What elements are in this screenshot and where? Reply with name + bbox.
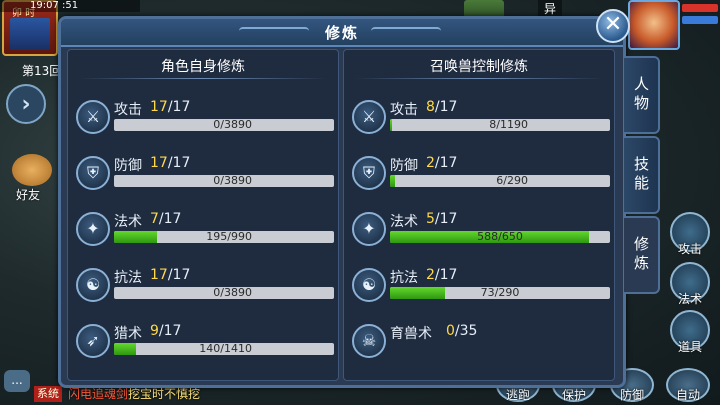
spell-icon: ✦ xyxy=(76,212,110,246)
character-cultivation-header: 角色自身修炼 xyxy=(161,59,245,75)
skill-row[interactable]: ⚔ 攻击 8/17 8/1190 xyxy=(344,96,614,146)
skill-name: 法术 xyxy=(114,214,142,230)
beast-icon: ☠ xyxy=(352,324,386,358)
skill-name: 攻击 xyxy=(114,102,142,118)
skill-name: 育兽术 xyxy=(390,326,432,342)
experience-text: 0/3890 xyxy=(213,287,252,299)
chat-icon[interactable]: ... xyxy=(4,370,30,392)
item-command-label: 道具 xyxy=(678,340,703,354)
skill-row[interactable]: ⛨ 防御 17/17 0/3890 xyxy=(68,152,338,202)
chevron-right-icon: › xyxy=(21,91,31,117)
attack-icon: ⚔ xyxy=(76,100,110,134)
skill-row[interactable]: ☯ 抗法 17/17 0/3890 xyxy=(68,264,338,314)
skill-row[interactable]: ✦ 法术 7/17 195/990 xyxy=(68,208,338,258)
hp-bar xyxy=(682,4,718,12)
skill-name: 攻击 xyxy=(390,102,418,118)
auto-battle-label: 自动 xyxy=(676,388,701,402)
round-counter: 第13回 xyxy=(22,64,62,78)
skill-name: 法术 xyxy=(390,214,418,230)
experience-text: 8/1190 xyxy=(489,119,528,131)
header-divider xyxy=(78,78,328,79)
skill-row[interactable]: ➶ 猎术 9/17 140/1410 xyxy=(68,320,338,370)
skill-name: 抗法 xyxy=(390,270,418,286)
close-button[interactable]: ✕ xyxy=(596,9,630,43)
experience-bar: 6/290 xyxy=(390,175,610,187)
tab-character[interactable]: 人物 xyxy=(624,56,660,134)
experience-text: 195/990 xyxy=(206,231,252,243)
header-divider xyxy=(354,78,604,79)
top-right-status: 异 xyxy=(538,0,563,17)
experience-bar: 0/3890 xyxy=(114,175,334,187)
player-avatar[interactable] xyxy=(628,0,680,50)
experience-bar: 73/290 xyxy=(390,287,610,299)
skill-level: 5/17 xyxy=(426,211,458,227)
tab-cultivation[interactable]: 修炼 xyxy=(624,216,660,294)
skill-name: 猎术 xyxy=(114,326,142,342)
skill-level: 8/17 xyxy=(426,99,458,115)
experience-text: 140/1410 xyxy=(199,343,252,355)
skill-level: 2/17 xyxy=(426,267,458,283)
system-message-text: 挖宝时不慎挖 xyxy=(128,387,201,401)
time-of-day-picture xyxy=(10,18,50,50)
protect-label: 保护 xyxy=(562,388,587,402)
attack-icon: ⚔ xyxy=(352,100,386,134)
dialog-title-bar: 修炼 xyxy=(61,19,623,47)
experience-text: 73/290 xyxy=(480,287,520,299)
experience-text: 0/3890 xyxy=(213,175,252,187)
friends-icon[interactable] xyxy=(12,154,52,186)
skill-level: 7/17 xyxy=(150,211,182,227)
summon-cultivation-panel: 召唤兽控制修炼 ⚔ 攻击 8/17 8/1190 ⛨ 防御 2/17 6/290… xyxy=(343,49,615,381)
defend-label: 防御 xyxy=(620,388,645,402)
experience-bar: 195/990 xyxy=(114,231,334,243)
resist-icon: ☯ xyxy=(76,268,110,302)
cultivation-dialog: 修炼 ✕ 角色自身修炼 ⚔ 攻击 17/17 0/3890 ⛨ 防御 17/17… xyxy=(58,9,630,388)
status-time: 19:07 :51 xyxy=(30,0,79,11)
experience-text: 0/3890 xyxy=(213,119,252,131)
skill-level: 9/17 xyxy=(150,323,182,339)
status-bar: 19:07 :51 xyxy=(0,0,140,12)
tab-skills[interactable]: 技能 xyxy=(624,136,660,214)
experience-bar: 588/650 xyxy=(390,231,610,243)
skill-name: 防御 xyxy=(114,158,142,174)
flee-label: 逃跑 xyxy=(506,388,531,402)
hunt-icon: ➶ xyxy=(76,324,110,358)
friends-label: 好友 xyxy=(16,188,41,202)
close-icon: ✕ xyxy=(603,12,623,37)
system-tag: 系统 xyxy=(34,386,62,402)
experience-bar: 0/3890 xyxy=(114,287,334,299)
attack-command-label: 攻击 xyxy=(678,242,703,256)
skill-level: 17/17 xyxy=(150,99,191,115)
skill-row[interactable]: ⚔ 攻击 17/17 0/3890 xyxy=(68,96,338,146)
system-message-highlight: 闪电追魂剑 xyxy=(68,387,129,401)
skill-row[interactable]: ☠ 育兽术 0/35 xyxy=(344,320,614,370)
skill-level: 2/17 xyxy=(426,155,458,171)
experience-text: 6/290 xyxy=(496,175,528,187)
summon-cultivation-header: 召唤兽控制修炼 xyxy=(430,59,528,75)
skill-level: 0/35 xyxy=(446,323,478,339)
experience-bar: 140/1410 xyxy=(114,343,334,355)
player-status-bars xyxy=(682,4,718,28)
skill-level: 17/17 xyxy=(150,155,191,171)
skill-row[interactable]: ✦ 法术 5/17 588/650 xyxy=(344,208,614,258)
character-cultivation-panel: 角色自身修炼 ⚔ 攻击 17/17 0/3890 ⛨ 防御 17/17 0/38… xyxy=(67,49,339,381)
skill-row[interactable]: ☯ 抗法 2/17 73/290 xyxy=(344,264,614,314)
system-message: 闪电追魂剑挖宝时不慎挖 xyxy=(68,386,200,402)
defense-icon: ⛨ xyxy=(76,156,110,190)
resist-icon: ☯ xyxy=(352,268,386,302)
magic-command-label: 法术 xyxy=(678,292,703,306)
skill-name: 防御 xyxy=(390,158,418,174)
experience-bar: 0/3890 xyxy=(114,119,334,131)
skill-level: 17/17 xyxy=(150,267,191,283)
mp-bar xyxy=(682,16,718,24)
defense-icon: ⛨ xyxy=(352,156,386,190)
expand-arrow-button[interactable]: › xyxy=(6,84,46,124)
skill-row[interactable]: ⛨ 防御 2/17 6/290 xyxy=(344,152,614,202)
skill-name: 抗法 xyxy=(114,270,142,286)
experience-text: 588/650 xyxy=(477,231,523,243)
experience-bar: 8/1190 xyxy=(390,119,610,131)
spell-icon: ✦ xyxy=(352,212,386,246)
dialog-title: 修炼 xyxy=(324,24,359,42)
